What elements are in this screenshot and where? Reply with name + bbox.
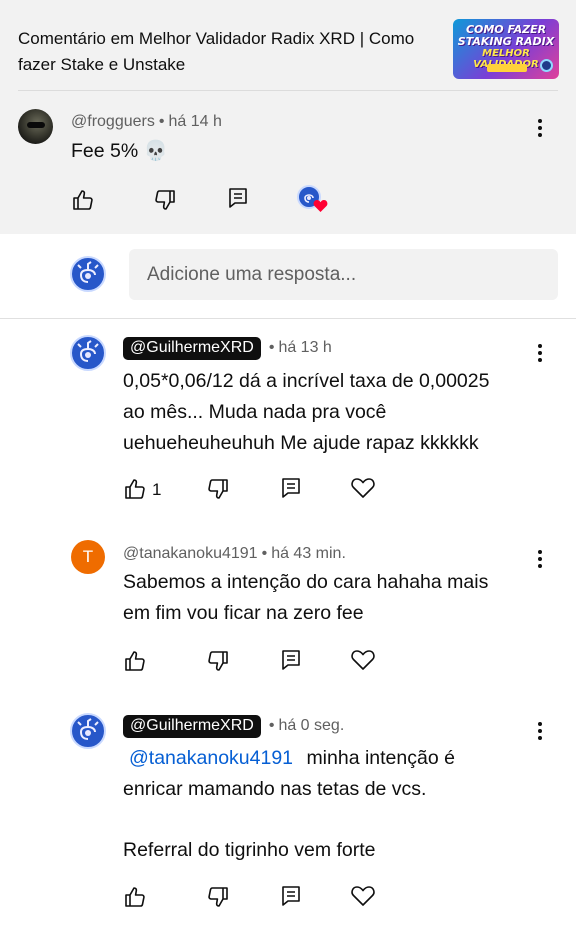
avatar[interactable]: T [71,540,105,574]
comment-header-panel: Comentário em Melhor Validador Radix XRD… [0,0,576,234]
meta-separator: • [268,717,275,734]
dislike-icon[interactable] [206,477,230,501]
divider [18,90,558,91]
video-title[interactable]: Comentário em Melhor Validador Radix XRD… [18,26,438,78]
thumbnail-line-2: STAKING RADIX [457,35,555,48]
reply-time: há 43 min. [271,545,346,562]
radix-logo-icon [540,59,553,72]
reply-text-line: 0,05*0,06/12 dá a incrível taxa de 0,000… [123,370,490,392]
heart-icon[interactable] [350,648,376,672]
meta-separator: • [261,545,268,562]
more-icon[interactable] [530,341,550,365]
comment-time: há 14 h [168,113,222,130]
creator-author-chip[interactable]: @GuilhermeXRD [123,715,261,738]
creator-author-chip[interactable]: @GuilhermeXRD [123,337,261,360]
like-icon[interactable] [71,188,95,212]
thumbnail-badge [487,64,527,72]
heart-icon [313,200,328,212]
reply-meta: @GuilhermeXRD • há 13 h [123,337,332,360]
reply-input[interactable]: Adicione uma resposta... [129,249,558,300]
reply-time: há 13 h [278,339,332,356]
reply-text-line: em fim vou ficar na zero fee [123,602,364,624]
dislike-icon[interactable] [153,188,177,212]
comment-author[interactable]: @frogguers [71,113,155,130]
reply-text-line: Referral do tigrinho vem forte [123,839,376,861]
scorpion-icon [77,261,99,283]
dislike-icon[interactable] [206,885,230,909]
avatar[interactable] [70,335,106,371]
video-thumbnail[interactable]: COMO FAZER STAKING RADIX MELHOR VALIDADO… [453,19,559,79]
heart-icon[interactable] [350,884,376,908]
comment-text: Fee 5% 💀 [71,140,168,162]
more-icon[interactable] [530,547,550,571]
avatar[interactable] [70,713,106,749]
reply-meta: @GuilhermeXRD • há 0 seg. [123,715,344,738]
meta-separator: • [268,339,275,356]
avatar-glasses [27,122,45,128]
avatar[interactable] [18,109,53,144]
reply-text-line: ao mês... Muda nada pra você [123,401,387,423]
comment-meta: @frogguers • há 14 h [71,113,222,131]
reply-icon[interactable] [280,884,302,908]
my-avatar[interactable] [70,256,106,292]
scorpion-icon [77,718,99,740]
like-count: 1 [152,480,162,499]
meta-separator: • [158,113,165,130]
reply-text-line: uehueheuheuhuh Me ajude rapaz kkkkkk [123,432,479,454]
more-icon[interactable] [530,116,550,140]
more-icon[interactable] [530,719,550,743]
reply-text-line: enricar mamando nas tetas de vcs. [123,778,427,800]
divider [0,318,576,319]
scorpion-icon [77,340,99,362]
reply-text-line: @tanakanoku4191 minha intenção é [123,743,455,774]
like-icon[interactable] [123,477,147,501]
reply-text-rest: minha intenção é [306,747,455,769]
mention-link[interactable]: @tanakanoku4191 [123,747,293,769]
heart-icon[interactable] [350,476,376,500]
like-icon[interactable] [123,649,147,673]
reply-input-placeholder: Adicione uma resposta... [147,264,357,285]
reply-author[interactable]: @tanakanoku4191 [123,545,258,562]
reply-text-line: Sabemos a intenção do cara hahaha mais [123,571,489,593]
reply-meta: @tanakanoku4191 • há 43 min. [123,545,346,563]
reply-icon[interactable] [280,476,302,500]
dislike-icon[interactable] [206,649,230,673]
reply-icon[interactable] [280,648,302,672]
reply-icon[interactable] [227,186,249,210]
reply-time: há 0 seg. [278,717,345,734]
like-icon[interactable] [123,885,147,909]
